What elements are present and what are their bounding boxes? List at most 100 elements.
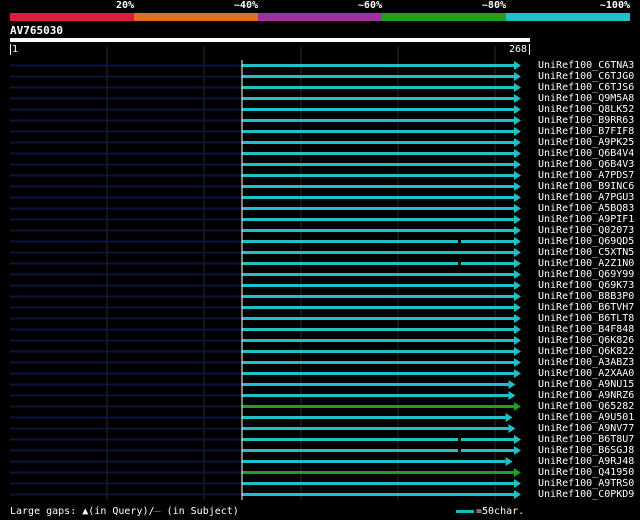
hit-label-link[interactable]: UniRef100_A5BQ83 <box>538 203 634 214</box>
hit-label-link[interactable]: UniRef100_Q65282 <box>538 401 634 412</box>
hit-arrow-icon <box>505 457 513 466</box>
hit-row[interactable]: UniRef100_Q8LK52 <box>0 104 640 115</box>
hit-label-link[interactable]: UniRef100_Q6K822 <box>538 346 634 357</box>
hit-label-link[interactable]: UniRef100_A9NRZ6 <box>538 390 634 401</box>
hit-row[interactable]: UniRef100_C6TNA3 <box>0 60 640 71</box>
hit-arrow-icon <box>514 468 521 477</box>
hit-label-link[interactable]: UniRef100_B8B3P0 <box>538 291 634 302</box>
hit-row[interactable]: UniRef100_B8B3P0 <box>0 291 640 302</box>
hit-label-link[interactable]: UniRef100_B6TVH7 <box>538 302 634 313</box>
hit-row[interactable]: UniRef100_A2XAA0 <box>0 368 640 379</box>
hit-arrow-icon <box>514 193 521 202</box>
hit-alignment-graphic <box>10 324 521 335</box>
hit-label-link[interactable]: UniRef100_B9RR63 <box>538 115 634 126</box>
gap-legend-prefix: Large gaps: <box>10 506 83 517</box>
hit-alignment-graphic <box>10 192 521 203</box>
hit-label-link[interactable]: UniRef100_A9PIF1 <box>538 214 634 225</box>
hit-alignment-graphic <box>10 115 521 126</box>
hit-label-link[interactable]: UniRef100_Q6B4V4 <box>538 148 634 159</box>
hit-row[interactable]: UniRef100_Q9M5A8 <box>0 93 640 104</box>
hit-row[interactable]: UniRef100_A9TRS0 <box>0 478 640 489</box>
hit-label-link[interactable]: UniRef100_Q02073 <box>538 225 634 236</box>
hit-label-link[interactable]: UniRef100_A7PGU3 <box>538 192 634 203</box>
hit-arrow-icon <box>514 292 521 301</box>
hit-row[interactable]: UniRef100_B7FIF8 <box>0 126 640 137</box>
hit-row[interactable]: UniRef100_Q6K826 <box>0 335 640 346</box>
hit-alignment-graphic <box>10 368 521 379</box>
hit-arrow-icon <box>514 325 521 334</box>
hit-label-link[interactable]: UniRef100_C6TJS6 <box>538 82 634 93</box>
hit-row[interactable]: UniRef100_A9U501 <box>0 412 640 423</box>
hit-label-link[interactable]: UniRef100_Q41950 <box>538 467 634 478</box>
hit-label-link[interactable]: UniRef100_A2Z1N0 <box>538 258 634 269</box>
hit-alignment-graphic <box>10 170 521 181</box>
hit-label-link[interactable]: UniRef100_A3ABZ3 <box>538 357 634 368</box>
hit-label-link[interactable]: UniRef100_B6T8U7 <box>538 434 634 445</box>
hit-row[interactable]: UniRef100_A9NV77 <box>0 423 640 434</box>
hit-row[interactable]: UniRef100_B4F848 <box>0 324 640 335</box>
hit-row[interactable]: UniRef100_Q69QD5 <box>0 236 640 247</box>
hit-arrow-icon <box>514 259 521 268</box>
hit-row[interactable]: UniRef100_A2Z1N0 <box>0 258 640 269</box>
scale-legend: =50char. <box>456 506 524 518</box>
hit-row[interactable]: UniRef100_A9NU15 <box>0 379 640 390</box>
hit-row[interactable]: UniRef100_C5XTN5 <box>0 247 640 258</box>
hit-label-link[interactable]: UniRef100_A9PK25 <box>538 137 634 148</box>
hit-label-link[interactable]: UniRef100_C6TNA3 <box>538 60 634 71</box>
hit-label-link[interactable]: UniRef100_A9NU15 <box>538 379 634 390</box>
hit-label-link[interactable]: UniRef100_B4F848 <box>538 324 634 335</box>
hit-arrow-icon <box>514 116 521 125</box>
hit-label-link[interactable]: UniRef100_C5XTN5 <box>538 247 634 258</box>
hit-row[interactable]: UniRef100_Q69K73 <box>0 280 640 291</box>
hit-label-link[interactable]: UniRef100_A9NV77 <box>538 423 634 434</box>
hit-row[interactable]: UniRef100_Q6B4V4 <box>0 148 640 159</box>
hit-row[interactable]: UniRef100_B6SGJ8 <box>0 445 640 456</box>
hit-row[interactable]: UniRef100_A3ABZ3 <box>0 357 640 368</box>
hit-label-link[interactable]: UniRef100_A9TRS0 <box>538 478 634 489</box>
hit-label-link[interactable]: UniRef100_C6TJG0 <box>538 71 634 82</box>
hit-label-link[interactable]: UniRef100_Q9M5A8 <box>538 93 634 104</box>
hit-label-link[interactable]: UniRef100_A2XAA0 <box>538 368 634 379</box>
hit-row[interactable]: UniRef100_Q65282 <box>0 401 640 412</box>
hit-row[interactable]: UniRef100_A7PDS7 <box>0 170 640 181</box>
hit-label-link[interactable]: UniRef100_Q69K73 <box>538 280 634 291</box>
hit-label-link[interactable]: UniRef100_B6SGJ8 <box>538 445 634 456</box>
hit-row[interactable]: UniRef100_B6T8U7 <box>0 434 640 445</box>
hit-label-link[interactable]: UniRef100_A9RJ48 <box>538 456 634 467</box>
hit-label-link[interactable]: UniRef100_Q8LK52 <box>538 104 634 115</box>
hit-row[interactable]: UniRef100_B6TLT8 <box>0 313 640 324</box>
hit-label-link[interactable]: UniRef100_Q69QD5 <box>538 236 634 247</box>
hit-label-link[interactable]: UniRef100_B7FIF8 <box>538 126 634 137</box>
hit-arrow-icon <box>514 83 521 92</box>
hit-label-link[interactable]: UniRef100_Q6K826 <box>538 335 634 346</box>
hit-row[interactable]: UniRef100_C6TJG0 <box>0 71 640 82</box>
hit-row[interactable]: UniRef100_A9RJ48 <box>0 456 640 467</box>
hit-row[interactable]: UniRef100_A7PGU3 <box>0 192 640 203</box>
hit-row[interactable]: UniRef100_Q6K822 <box>0 346 640 357</box>
hit-label-link[interactable]: UniRef100_B9INC6 <box>538 181 634 192</box>
hit-row[interactable]: UniRef100_A5BQ83 <box>0 203 640 214</box>
hit-row[interactable]: UniRef100_B9INC6 <box>0 181 640 192</box>
hit-row[interactable]: UniRef100_C6TJS6 <box>0 82 640 93</box>
hit-label-link[interactable]: UniRef100_Q6B4V3 <box>538 159 634 170</box>
hit-row[interactable]: UniRef100_Q69Y99 <box>0 269 640 280</box>
hit-row[interactable]: UniRef100_Q02073 <box>0 225 640 236</box>
hit-row[interactable]: UniRef100_A9NRZ6 <box>0 390 640 401</box>
hit-alignment-graphic <box>10 71 521 82</box>
gap-legend: Large gaps: ▲(in Query)/– (in Subject) <box>10 506 239 518</box>
hit-arrow-icon <box>514 248 521 257</box>
gap-marker <box>458 261 461 266</box>
hit-label-link[interactable]: UniRef100_A7PDS7 <box>538 170 634 181</box>
hit-label-link[interactable]: UniRef100_B6TLT8 <box>538 313 634 324</box>
hit-label-link[interactable]: UniRef100_Q69Y99 <box>538 269 634 280</box>
hit-row[interactable]: UniRef100_Q6B4V3 <box>0 159 640 170</box>
hit-arrow-icon <box>514 237 521 246</box>
hit-label-link[interactable]: UniRef100_A9U501 <box>538 412 634 423</box>
hit-row[interactable]: UniRef100_Q41950 <box>0 467 640 478</box>
hit-row[interactable]: UniRef100_A9PK25 <box>0 137 640 148</box>
hit-label-link[interactable]: UniRef100_C0PKD9 <box>538 489 634 500</box>
hit-row[interactable]: UniRef100_B9RR63 <box>0 115 640 126</box>
hit-row[interactable]: UniRef100_C0PKD9 <box>0 489 640 500</box>
hit-row[interactable]: UniRef100_B6TVH7 <box>0 302 640 313</box>
hit-row[interactable]: UniRef100_A9PIF1 <box>0 214 640 225</box>
